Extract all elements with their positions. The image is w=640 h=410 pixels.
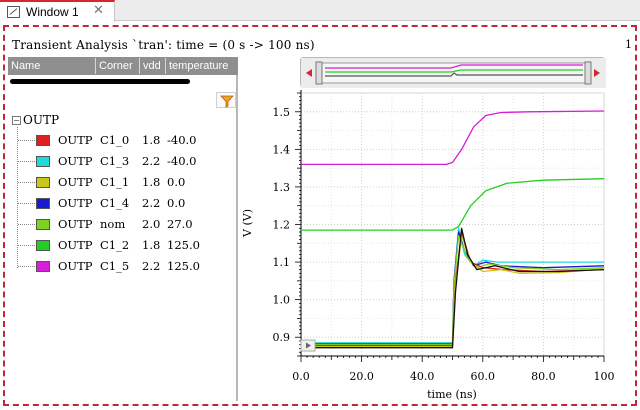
color-swatch: [36, 198, 50, 209]
subwindow-index: 1: [625, 38, 632, 51]
tab-window-1[interactable]: Window 1 ✕: [0, 0, 115, 22]
left-handle[interactable]: [315, 61, 323, 85]
column-header: Name Corner vdd temperature: [8, 57, 238, 75]
signal-temperature: -40.0: [167, 154, 197, 168]
signal-temperature: 0.0: [167, 175, 186, 189]
column-name[interactable]: Name: [8, 58, 96, 74]
signal-corner: C1_5: [100, 259, 130, 273]
signal-temperature: 125.0: [167, 259, 200, 273]
overview-strip: [301, 58, 606, 88]
signal-vdd: 2.2: [142, 259, 161, 273]
color-swatch: [36, 240, 50, 251]
signal-temperature: -40.0: [167, 133, 197, 147]
signal-vdd: 1.8: [142, 133, 161, 147]
signal-corner: C1_3: [100, 154, 130, 168]
plot-title: Transient Analysis `tran': time = (0 s -…: [12, 38, 315, 52]
signal-vdd: 1.8: [142, 175, 161, 189]
signal-temperature: 125.0: [167, 238, 200, 252]
signal-name: OUTP: [58, 259, 93, 273]
tab-label: Window 1: [26, 5, 79, 19]
waveform-window-icon: [7, 6, 20, 18]
signal-name: OUTP: [58, 133, 93, 147]
signal-name: OUTP: [58, 238, 93, 252]
filter-icon: [220, 95, 234, 108]
color-swatch: [36, 261, 50, 272]
close-icon[interactable]: ✕: [93, 3, 104, 18]
tree-connector: [17, 127, 18, 268]
x-zoom-scroller[interactable]: [300, 57, 606, 88]
signal-corner: C1_0: [100, 133, 130, 147]
signal-vdd: 2.2: [142, 154, 161, 168]
tree-root-label: OUTP: [23, 113, 60, 127]
right-handle[interactable]: [584, 61, 592, 85]
signal-vdd: 1.8: [142, 238, 161, 252]
column-temperature[interactable]: temperature: [166, 58, 238, 74]
signal-name: OUTP: [58, 217, 93, 231]
column-vdd[interactable]: vdd: [140, 58, 166, 74]
signal-corner: nom: [100, 217, 126, 231]
color-swatch: [36, 219, 50, 230]
signal-name: OUTP: [58, 154, 93, 168]
signal-name: OUTP: [58, 196, 93, 210]
color-swatch: [36, 135, 50, 146]
color-swatch: [36, 156, 50, 167]
signal-temperature: 27.0: [167, 217, 193, 231]
collapse-icon[interactable]: −: [12, 116, 21, 125]
signal-browser: Name Corner vdd temperature − OUTP OUTP C…: [8, 57, 238, 401]
tab-bar: Window 1 ✕: [0, 0, 640, 22]
tree-root-outp[interactable]: − OUTP: [12, 113, 59, 127]
filter-button[interactable]: [216, 92, 236, 108]
scrollbar-thumb[interactable]: [10, 79, 190, 84]
signal-name: OUTP: [58, 175, 93, 189]
signal-vdd: 2.0: [142, 217, 161, 231]
plot-panel: [240, 57, 632, 401]
column-corner[interactable]: Corner: [96, 58, 140, 74]
signal-corner: C1_2: [100, 238, 130, 252]
signal-temperature: 0.0: [167, 196, 186, 210]
signal-corner: C1_1: [100, 175, 130, 189]
color-swatch: [36, 177, 50, 188]
signal-vdd: 2.2: [142, 196, 161, 210]
signal-corner: C1_4: [100, 196, 130, 210]
